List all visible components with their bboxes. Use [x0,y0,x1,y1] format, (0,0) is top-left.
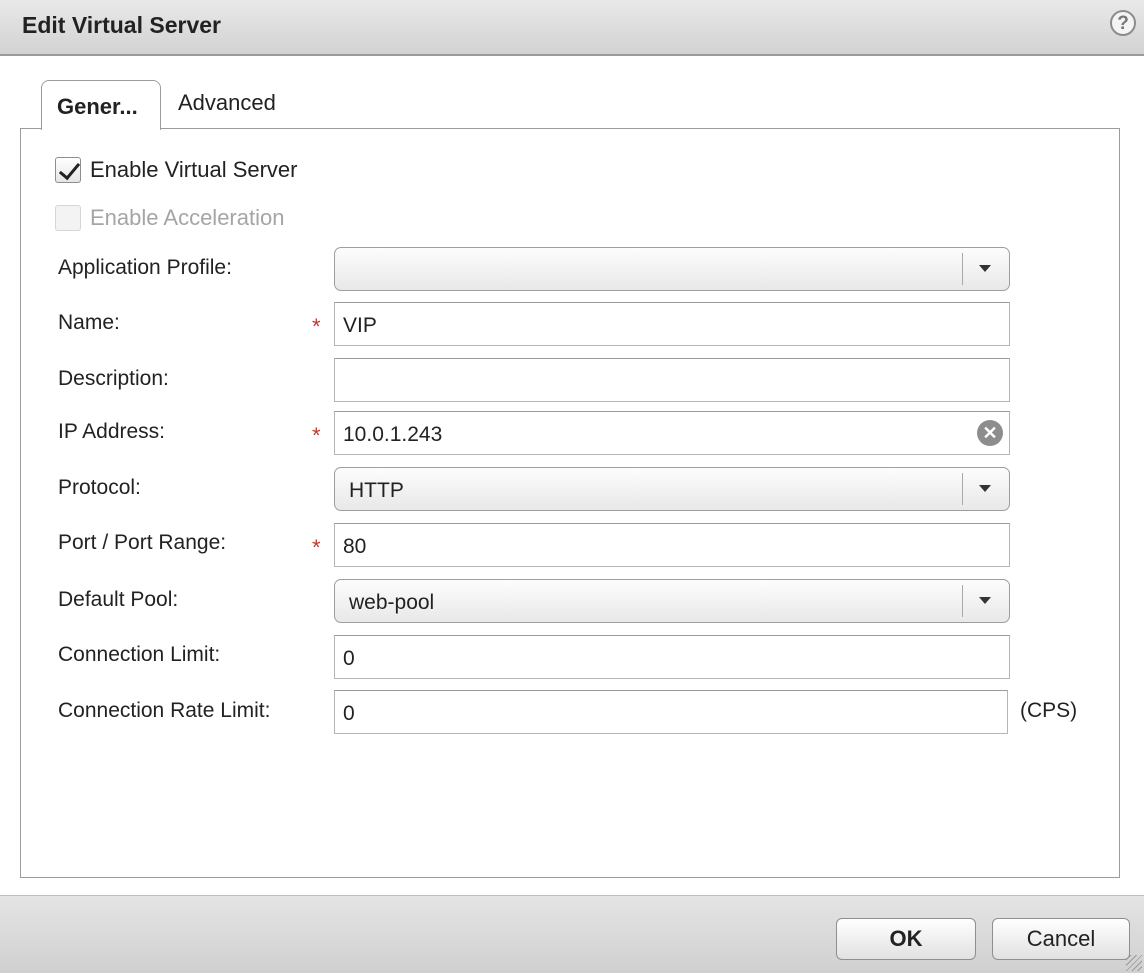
description-label: Description: [58,367,169,390]
enable-virtual-server-label[interactable]: Enable Virtual Server [90,157,298,183]
select-divider [962,473,963,505]
application-profile-select[interactable] [334,247,1010,291]
tab-general[interactable]: Gener... [41,80,161,130]
required-marker: * [312,423,321,448]
connection-limit-input[interactable]: 0 [334,635,1010,679]
protocol-value: HTTP [349,479,404,502]
connection-limit-label: Connection Limit: [58,643,221,666]
name-label: Name: [58,311,120,334]
required-marker: * [312,535,321,560]
ip-address-label: IP Address: [58,420,166,443]
required-marker: * [312,314,321,339]
ip-address-input[interactable]: 10.0.1.243 ✕ [334,411,1010,455]
enable-virtual-server-checkbox[interactable] [55,157,81,183]
description-input[interactable] [334,358,1010,402]
caret-down-icon[interactable] [979,485,991,492]
enable-acceleration-checkbox [55,205,81,231]
connection-rate-limit-input[interactable]: 0 [334,690,1008,734]
tab-advanced[interactable]: Advanced [178,90,276,116]
default-pool-select[interactable]: web-pool [334,579,1010,623]
name-input[interactable]: VIP [334,302,1010,346]
cps-unit-label: (CPS) [1020,699,1078,722]
protocol-select[interactable]: HTTP [334,467,1010,511]
resize-grip-icon[interactable] [1126,955,1142,971]
port-range-input[interactable]: 80 [334,523,1010,567]
caret-down-icon[interactable] [979,597,991,604]
default-pool-value: web-pool [349,591,435,614]
connection-rate-limit-label: Connection Rate Limit: [58,699,271,722]
caret-down-icon[interactable] [979,265,991,272]
default-pool-label: Default Pool: [58,588,179,611]
enable-acceleration-label: Enable Acceleration [90,205,285,230]
dialog-title: Edit Virtual Server [22,12,221,38]
port-range-label: Port / Port Range: [58,531,227,554]
application-profile-label: Application Profile: [58,256,232,279]
ok-button[interactable]: OK [836,918,976,960]
dialog-footer: OK Cancel [0,895,1144,973]
clear-x-icon[interactable]: ✕ [977,420,1003,446]
ip-address-value: 10.0.1.243 [343,423,443,446]
select-divider [962,585,963,617]
select-divider [962,253,963,285]
cancel-button[interactable]: Cancel [992,918,1130,960]
protocol-label: Protocol: [58,476,141,499]
help-icon[interactable]: ? [1110,10,1136,36]
dialog-title-bar: Edit Virtual Server ? [0,0,1144,56]
